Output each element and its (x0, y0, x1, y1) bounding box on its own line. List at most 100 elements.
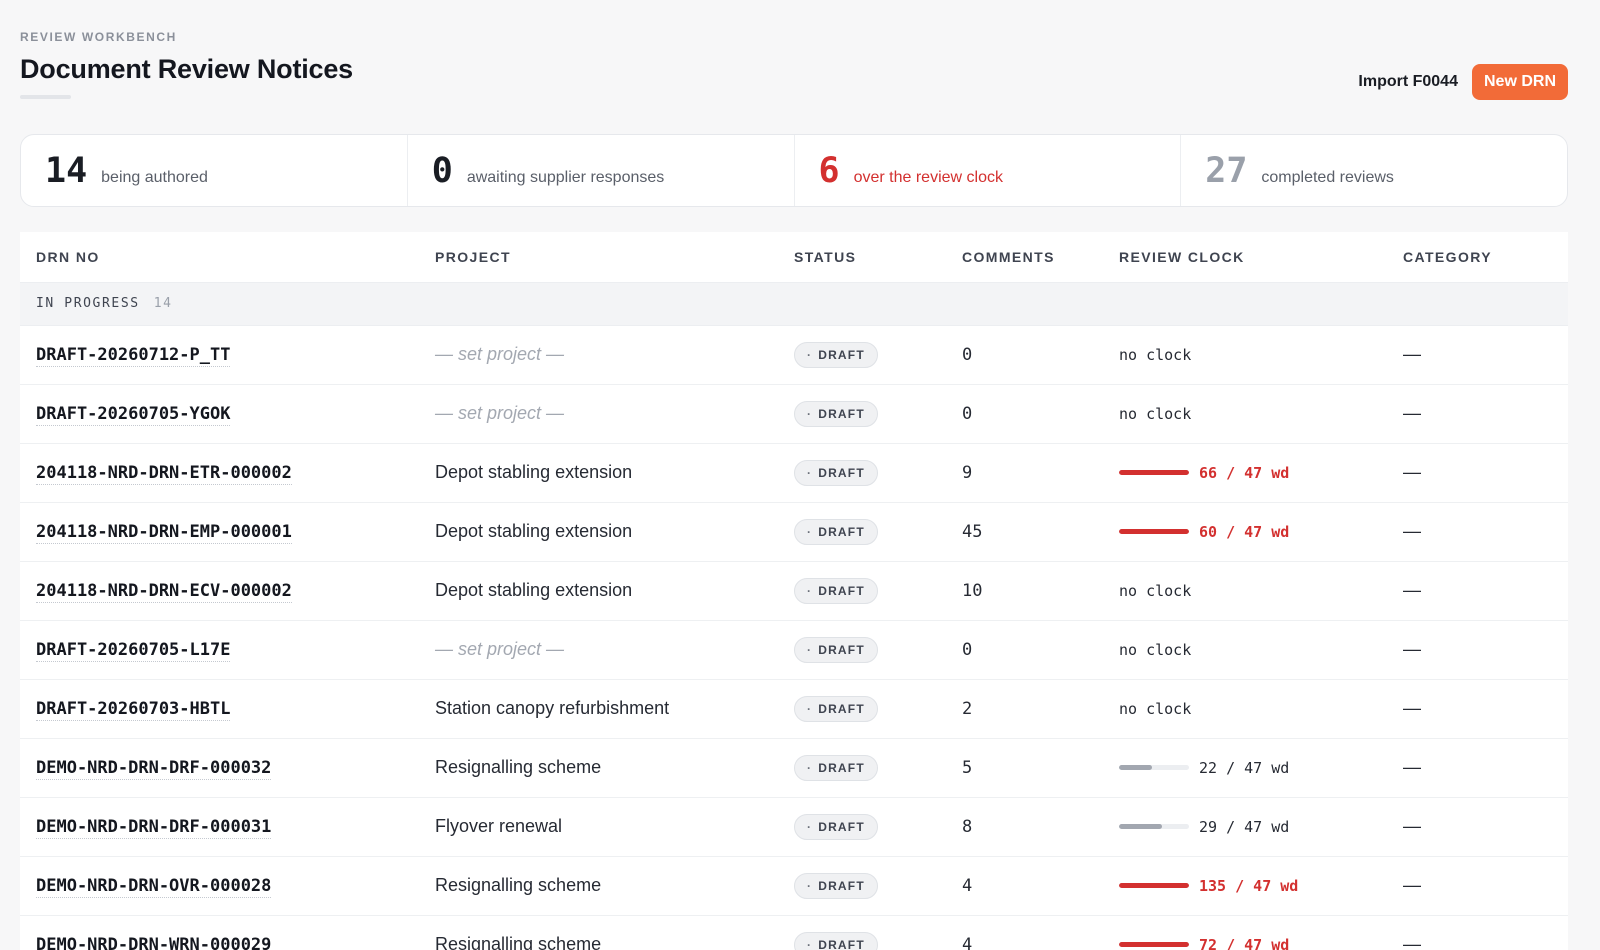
status-badge: · DRAFT (794, 695, 878, 722)
table-row[interactable]: 204118-NRD-DRN-EMP-000001 Depot stabling … (20, 502, 1568, 562)
clock-bar-fill (1119, 883, 1189, 888)
review-clock-cell: no clock (1103, 620, 1387, 680)
table-row[interactable]: DEMO-NRD-DRN-WRN-000029 Resignalling sche… (20, 915, 1568, 950)
comments-cell: 0 (946, 620, 1103, 680)
clock-bar-track (1119, 942, 1189, 947)
column-header-status[interactable]: STATUS (778, 232, 946, 282)
status-dot-icon: · (807, 524, 813, 539)
table-row[interactable]: DRAFT-20260705-L17E — set project — · DRAFT… (20, 620, 1568, 680)
comment-count: 9 (962, 463, 973, 483)
category-cell: — (1387, 915, 1568, 950)
clock-bar-track (1119, 470, 1189, 475)
import-f0044-button[interactable]: Import F0044 (1358, 67, 1458, 97)
status-dot-icon: · (807, 347, 813, 362)
status-dot-icon: · (807, 937, 813, 950)
review-clock: 22 / 47 wd (1119, 759, 1387, 777)
drn-number-link[interactable]: DRAFT-20260705-L17E (36, 640, 231, 662)
stat-over-review-clock[interactable]: 6 over the review clock (795, 135, 1182, 206)
category-cell: — (1387, 502, 1568, 562)
status-cell: · DRAFT (778, 620, 946, 680)
comments-cell: 8 (946, 797, 1103, 857)
stat-completed-reviews[interactable]: 27 completed reviews (1181, 135, 1567, 206)
clock-bar-track (1119, 529, 1189, 534)
set-project-placeholder[interactable]: — set project — (435, 403, 564, 423)
clock-bar-track (1119, 883, 1189, 888)
drn-number-link[interactable]: 204118-NRD-DRN-ETR-000002 (36, 463, 292, 485)
project-name: Depot stabling extension (435, 462, 633, 482)
status-dot-icon: · (807, 819, 813, 834)
table-row[interactable]: DRAFT-20260703-HBTL Station canopy refurb… (20, 679, 1568, 739)
column-header-drn-no[interactable]: DRN NO (20, 232, 419, 282)
stat-awaiting-supplier[interactable]: 0 awaiting supplier responses (408, 135, 795, 206)
table-row[interactable]: 204118-NRD-DRN-ECV-000002 Depot stabling … (20, 561, 1568, 621)
drn-cell: DRAFT-20260705-YGOK (20, 384, 419, 444)
status-badge: · DRAFT (794, 931, 878, 950)
status-label: DRAFT (818, 465, 865, 480)
drn-number-link[interactable]: DEMO-NRD-DRN-WRN-000029 (36, 935, 272, 950)
clock-text: 72 / 47 wd (1199, 935, 1290, 950)
column-header-comments[interactable]: COMMENTS (946, 232, 1103, 282)
status-badge: · DRAFT (794, 636, 878, 663)
category-value: — (1403, 816, 1421, 836)
drn-number-link[interactable]: 204118-NRD-DRN-ECV-000002 (36, 581, 292, 603)
review-clock-cell: 22 / 47 wd (1103, 738, 1387, 798)
review-clock: 66 / 47 wd (1119, 464, 1387, 482)
drn-number-link[interactable]: DEMO-NRD-DRN-DRF-000031 (36, 817, 272, 839)
status-dot-icon: · (807, 406, 813, 421)
status-dot-icon: · (807, 701, 813, 716)
category-value: — (1403, 344, 1421, 364)
drn-cell: 204118-NRD-DRN-EMP-000001 (20, 502, 419, 562)
status-label: DRAFT (818, 701, 865, 716)
project-cell: Station canopy refurbishment (419, 679, 778, 739)
drn-number-link[interactable]: DEMO-NRD-DRN-OVR-000028 (36, 876, 272, 898)
stat-being-authored[interactable]: 14 being authored (21, 135, 408, 206)
column-header-category[interactable]: CATEGORY (1387, 232, 1568, 282)
comment-count: 5 (962, 758, 973, 778)
set-project-placeholder[interactable]: — set project — (435, 344, 564, 364)
project-cell: — set project — (419, 325, 778, 385)
page-title: Document Review Notices (20, 54, 353, 84)
drn-number-link[interactable]: DRAFT-20260712-P_TT (36, 345, 231, 367)
drn-cell: DEMO-NRD-DRN-OVR-000028 (20, 856, 419, 916)
drn-number-link[interactable]: 204118-NRD-DRN-EMP-000001 (36, 522, 292, 544)
column-header-review-clock[interactable]: REVIEW CLOCK (1103, 232, 1387, 282)
comment-count: 0 (962, 640, 973, 660)
status-dot-icon: · (807, 760, 813, 775)
new-drn-button[interactable]: New DRN (1471, 64, 1568, 100)
status-badge: · DRAFT (794, 459, 878, 486)
status-label: DRAFT (818, 642, 865, 657)
table-row[interactable]: 204118-NRD-DRN-ETR-000002 Depot stabling … (20, 443, 1568, 503)
comments-cell: 10 (946, 561, 1103, 621)
drn-cell: DRAFT-20260712-P_TT (20, 325, 419, 385)
clock-text: 66 / 47 wd (1199, 463, 1290, 482)
comments-cell: 9 (946, 443, 1103, 503)
stat-label: awaiting supplier responses (466, 169, 665, 186)
clock-bar-fill (1119, 942, 1189, 947)
drn-number-link[interactable]: DRAFT-20260703-HBTL (36, 699, 231, 721)
table-row[interactable]: DRAFT-20260712-P_TT — set project — · DRAFT… (20, 325, 1568, 385)
status-cell: · DRAFT (778, 797, 946, 857)
table-row[interactable]: DRAFT-20260705-YGOK — set project — · DRAFT… (20, 384, 1568, 444)
category-cell: — (1387, 561, 1568, 621)
drn-cell: DRAFT-20260703-HBTL (20, 679, 419, 739)
drn-number-link[interactable]: DRAFT-20260705-YGOK (36, 404, 231, 426)
column-header-project[interactable]: PROJECT (419, 232, 778, 282)
page-eyebrow: REVIEW WORKBENCH (20, 30, 177, 44)
project-cell: Depot stabling extension (419, 502, 778, 562)
status-label: DRAFT (818, 878, 865, 893)
category-value: — (1403, 934, 1421, 950)
comment-count: 45 (962, 522, 983, 542)
status-badge: · DRAFT (794, 872, 878, 899)
status-badge: · DRAFT (794, 577, 878, 604)
stat-label: completed reviews (1261, 169, 1394, 186)
table-row[interactable]: DEMO-NRD-DRN-DRF-000031 Flyover renewal · D… (20, 797, 1568, 857)
table-row[interactable]: DEMO-NRD-DRN-OVR-000028 Resignalling sche… (20, 856, 1568, 916)
table-row[interactable]: DEMO-NRD-DRN-DRF-000032 Resignalling sche… (20, 738, 1568, 798)
drn-number-link[interactable]: DEMO-NRD-DRN-DRF-000032 (36, 758, 272, 780)
status-label: DRAFT (818, 937, 865, 950)
review-clock-cell: no clock (1103, 384, 1387, 444)
stat-label: being authored (101, 169, 208, 186)
no-clock-text: no clock (1119, 405, 1192, 423)
set-project-placeholder[interactable]: — set project — (435, 639, 564, 659)
group-row-in-progress[interactable]: IN PROGRESS 14 (20, 281, 1568, 326)
